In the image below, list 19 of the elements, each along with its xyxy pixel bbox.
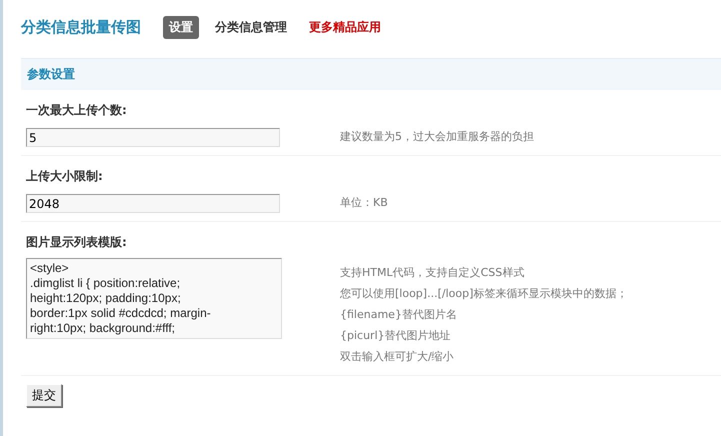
field-label: 图片显示列表模版: [26,234,128,251]
section-header: 参数设置 [21,58,721,90]
template-textarea[interactable]: <style> .dimglist li { position:relative; height:120px; padding:10px; border:1px solid #cdcdcd; margin- right:10px; background:#fff; [26,258,282,339]
tab[interactable]: 设置 [163,16,199,38]
field-label: 上传大小限制: [26,168,104,185]
page-title: 分类信息批量传图 [21,18,141,36]
tab[interactable]: 分类信息管理 [209,16,293,38]
field-label: 一次最大上传个数: [26,102,128,119]
hint-text: 单位：KB [340,195,388,211]
input-field[interactable]: 5 [26,128,280,147]
input-field[interactable]: 2048 [26,194,280,213]
hint-text: 建议数量为5，过大会加重服务器的负担 [340,129,534,145]
promo-link[interactable]: 更多精品应用 [309,18,381,36]
hint-text: {picurl}替代图片地址 [340,328,452,344]
hint-text: {filename}替代图片名 [340,307,458,323]
hint-text: 您可以使用[loop]...[/loop]标签来循环显示模块中的数据； [340,286,628,302]
hint-text: 支持HTML代码，支持自定义CSS样式 [340,265,526,281]
hint-text: 双击输入框可扩大/缩小 [340,349,455,365]
submit-button[interactable]: 提交 [26,384,62,407]
